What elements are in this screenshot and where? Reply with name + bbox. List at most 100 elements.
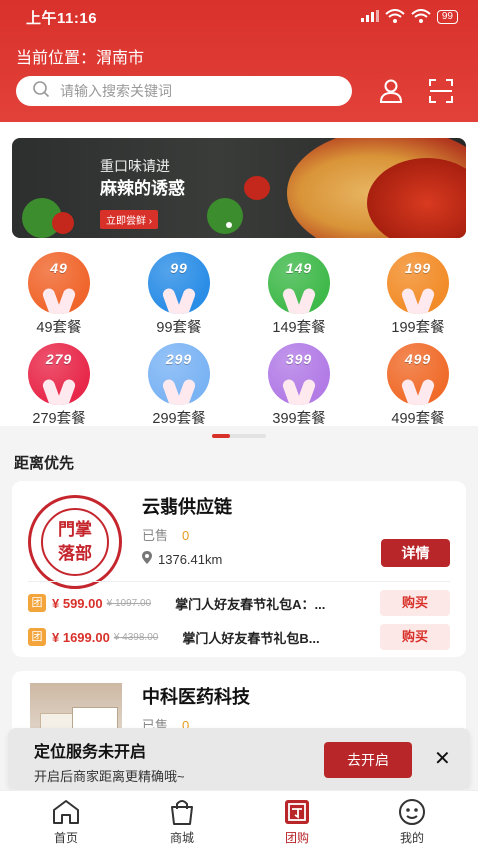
promo-banner[interactable]: 重口味请进 麻辣的诱惑 立即尝鲜 › — [12, 138, 466, 238]
shopping-bag-icon — [167, 797, 197, 827]
rabbit-ear — [175, 286, 197, 314]
package-number: 399 — [285, 351, 313, 367]
package-label: 199套餐 — [391, 320, 445, 336]
close-icon[interactable]: ✕ — [434, 746, 451, 771]
package-badge: 499 — [387, 343, 449, 405]
package-label: 299套餐 — [152, 411, 206, 427]
enable-location-button[interactable]: 去开启 — [324, 742, 412, 778]
toast-title: 定位服务未开启 — [34, 744, 147, 761]
package-badge: 99 — [148, 252, 210, 314]
nav-mall[interactable]: 商城 — [142, 797, 222, 846]
deal-row[interactable]: 团 ¥ 599.00 ¥ 1097.00 掌门人好友春节礼包A：... 购买 — [28, 590, 450, 616]
signal-icon — [360, 9, 379, 25]
home-icon — [51, 797, 81, 827]
package-number: 199 — [404, 260, 432, 276]
search-input[interactable]: 请输入搜索关键词 — [60, 81, 172, 101]
rabbit-ear — [414, 377, 436, 405]
package-label: 149套餐 — [272, 320, 326, 336]
distance-value: 1376.41km — [158, 551, 223, 567]
package-item[interactable]: 299 299套餐 — [129, 343, 229, 428]
status-icons: 99 — [360, 8, 458, 26]
package-label: 99套餐 — [156, 320, 202, 336]
detail-button[interactable]: 详情 — [381, 539, 450, 567]
deal-name: 掌门人好友春节礼包A：... — [175, 596, 326, 612]
package-badge: 49 — [28, 252, 90, 314]
package-label: 399套餐 — [272, 411, 326, 427]
deal-name: 掌门人好友春节礼包B... — [182, 630, 320, 646]
package-number: 49 — [50, 260, 68, 276]
package-number: 99 — [170, 260, 188, 276]
current-location[interactable]: 当前位置：渭南市 — [16, 44, 144, 68]
package-label: 49套餐 — [36, 320, 82, 336]
nav-label: 团购 — [284, 831, 309, 845]
shop-name: 云翡供应链 — [142, 497, 232, 517]
package-item[interactable]: 199 199套餐 — [368, 252, 468, 337]
package-badge: 149 — [268, 252, 330, 314]
rabbit-ear — [295, 377, 317, 405]
deal-original-price: ¥ 1097.00 — [106, 597, 152, 609]
rabbit-ear — [295, 286, 317, 314]
search-bar[interactable]: 请输入搜索关键词 — [16, 76, 352, 106]
section-title: 距离优先 — [14, 455, 75, 472]
group-buy-icon — [282, 797, 312, 827]
deal-price: ¥ 599.00 — [52, 595, 103, 611]
package-item[interactable]: 49 49套餐 — [9, 252, 109, 337]
location-toast: 定位服务未开启 开启后商家距离更精确哦~ 去开启 ✕ — [8, 728, 470, 790]
nav-label: 首页 — [53, 831, 78, 845]
search-icon — [32, 80, 50, 103]
tomato-decor-2 — [244, 176, 270, 200]
profile-icon — [397, 797, 427, 827]
tomato-decor — [52, 212, 74, 234]
buy-button[interactable]: 购买 — [380, 590, 450, 616]
package-item[interactable]: 279 279套餐 — [9, 343, 109, 428]
page-indicator-active — [212, 434, 230, 438]
rabbit-ear — [55, 377, 77, 405]
shop-distance: 1376.41km — [142, 551, 222, 567]
package-item[interactable]: 149 149套餐 — [249, 252, 349, 337]
package-badge: 299 — [148, 343, 210, 405]
page-indicator — [212, 434, 266, 438]
shop-name: 中科医药科技 — [142, 687, 250, 707]
user-icon[interactable] — [378, 78, 404, 104]
group-tag: 团 — [28, 594, 46, 612]
divider — [28, 581, 450, 582]
buy-button[interactable]: 购买 — [380, 624, 450, 650]
package-number: 149 — [285, 260, 313, 276]
status-bar: 上午11:16 99 — [0, 0, 478, 34]
package-item[interactable]: 499 499套餐 — [368, 343, 468, 428]
header: 上午11:16 99 当前位置：渭南市 请输入搜索关键词 — [0, 0, 478, 122]
package-label: 279套餐 — [32, 411, 86, 427]
nav-label: 我的 — [399, 831, 424, 845]
location-pin-icon — [142, 551, 152, 567]
nav-profile[interactable]: 我的 — [372, 797, 452, 846]
deal-price: ¥ 1699.00 — [52, 629, 110, 645]
sold-count: 0 — [182, 528, 190, 543]
scan-icon[interactable] — [428, 78, 454, 104]
rabbit-ear — [55, 286, 77, 314]
package-item[interactable]: 399 399套餐 — [249, 343, 349, 428]
status-time: 上午11:16 — [26, 9, 98, 27]
wifi-icon — [385, 8, 405, 26]
package-badge: 399 — [268, 343, 330, 405]
banner-cta-button[interactable]: 立即尝鲜 › — [100, 210, 159, 229]
rabbit-ear — [175, 377, 197, 405]
package-badge: 279 — [28, 343, 90, 405]
banner-dot — [226, 222, 232, 228]
group-tag: 团 — [28, 628, 46, 646]
shop-card[interactable]: 門掌 落部 云翡供应链 已售 0 1376.41km 详情 团 ¥ 599.00 … — [12, 481, 466, 657]
deal-row[interactable]: 团 ¥ 1699.00 ¥ 4398.00 掌门人好友春节礼包B... 购买 — [28, 624, 450, 650]
package-item[interactable]: 99 99套餐 — [129, 252, 229, 337]
battery-indicator: 99 — [436, 10, 458, 24]
deal-original-price: ¥ 4398.00 — [113, 631, 159, 643]
wifi-icon-2 — [411, 8, 431, 26]
package-number: 279 — [45, 351, 73, 367]
nav-group-buy[interactable]: 团购 — [257, 797, 337, 846]
package-number: 299 — [165, 351, 193, 367]
shop-logo: 門掌 落部 — [28, 495, 122, 589]
bottom-nav: 首页 商城 团购 我的 — [0, 790, 478, 850]
vegetable-decor-2 — [207, 198, 243, 234]
nav-home[interactable]: 首页 — [26, 797, 106, 846]
package-number: 499 — [404, 351, 432, 367]
shop-sold: 已售 0 — [142, 525, 189, 544]
banner-title: 麻辣的诱惑 — [100, 179, 185, 198]
